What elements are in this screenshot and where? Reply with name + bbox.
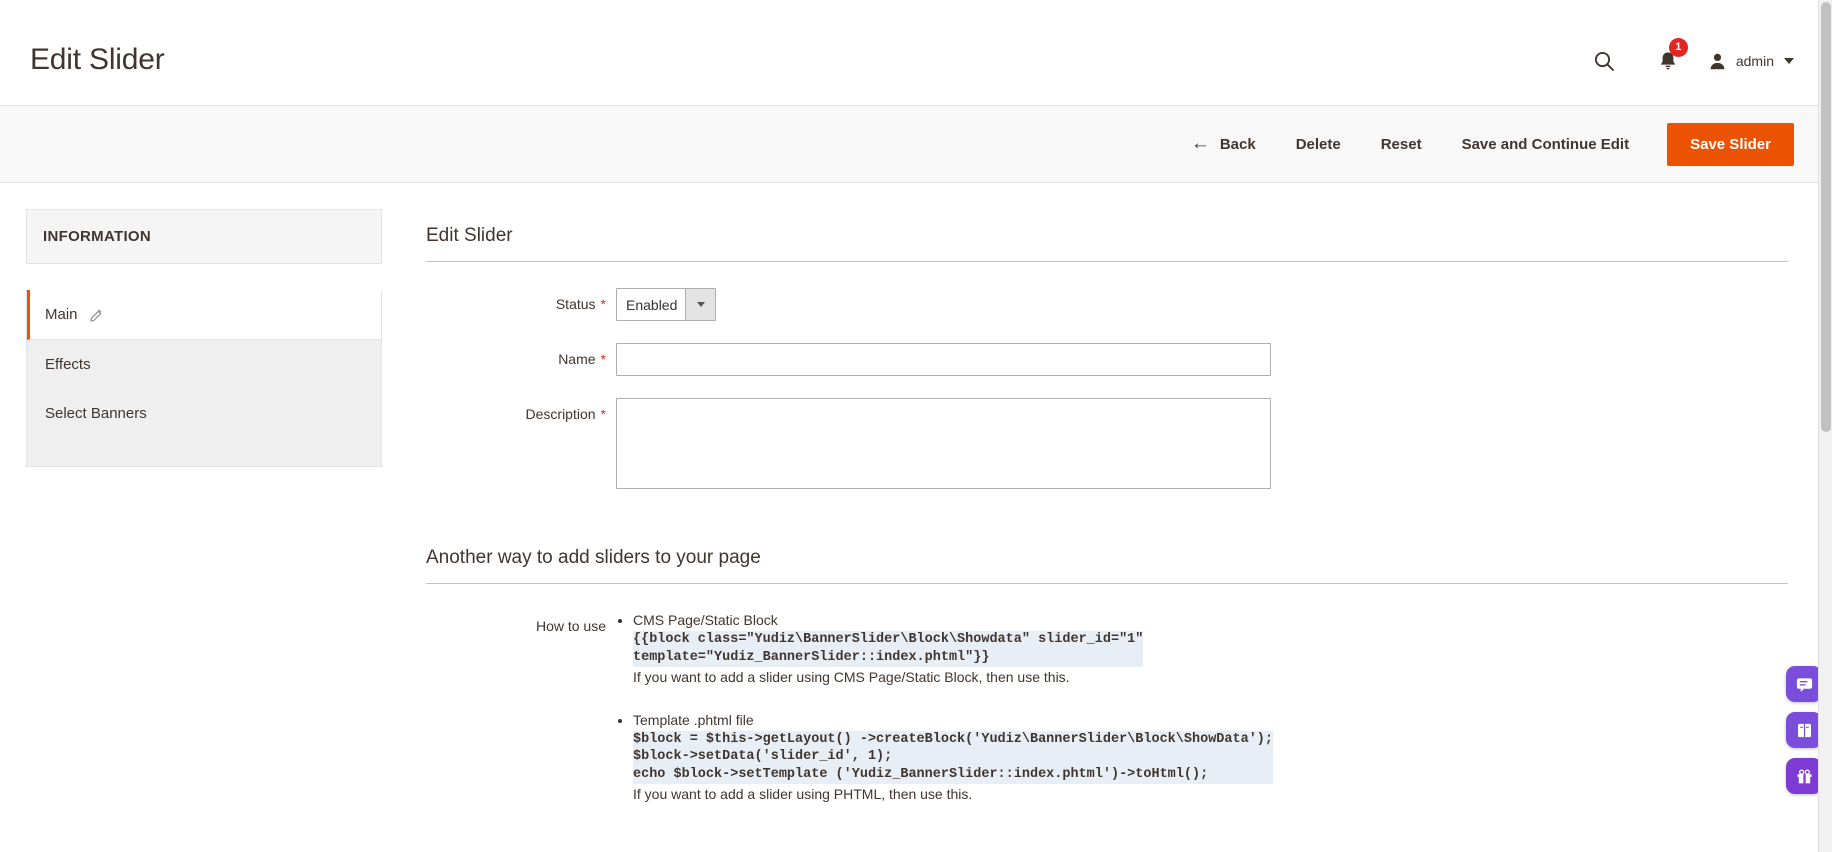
name-label-text: Name bbox=[558, 351, 596, 367]
field-row-status: Status * Enabled bbox=[426, 288, 1788, 321]
status-label: Status * bbox=[426, 288, 616, 312]
page-title: Edit Slider bbox=[30, 43, 165, 76]
back-button-label: Back bbox=[1219, 135, 1256, 153]
status-select-value: Enabled bbox=[626, 296, 678, 313]
description-textarea[interactable] bbox=[616, 398, 1271, 489]
status-select[interactable]: Enabled bbox=[616, 288, 716, 321]
notifications-button[interactable]: 1 bbox=[1642, 38, 1694, 78]
user-avatar-icon bbox=[1710, 53, 1725, 69]
description-control bbox=[616, 398, 1788, 489]
required-marker: * bbox=[600, 296, 606, 312]
reset-button-label: Reset bbox=[1380, 135, 1422, 153]
sidebar-item-label: Select Banners bbox=[45, 405, 147, 422]
back-button[interactable]: ← Back bbox=[1171, 127, 1276, 162]
howto-label: How to use bbox=[535, 618, 606, 634]
description-label: Description * bbox=[426, 398, 616, 422]
howto-item-note: If you want to add a slider using CMS Pa… bbox=[633, 668, 1070, 685]
gift-icon[interactable] bbox=[1786, 758, 1822, 794]
admin-name: admin bbox=[1735, 53, 1774, 69]
main-content: Edit Slider Status * Enabled Name * Desc… bbox=[382, 209, 1788, 849]
reset-button[interactable]: Reset bbox=[1361, 128, 1442, 161]
howto-section-title: Another way to add sliders to your page bbox=[426, 547, 761, 568]
search-icon[interactable] bbox=[1582, 44, 1626, 78]
sidebar-heading: INFORMATION bbox=[26, 209, 382, 264]
howto-item-note: If you want to add a slider using PHTML,… bbox=[633, 786, 973, 803]
name-control bbox=[616, 343, 1788, 376]
sidebar-item-main[interactable]: Main bbox=[27, 290, 381, 340]
howto-code-snippet[interactable]: {{block class="Yudiz\BannerSlider\Block\… bbox=[633, 631, 1144, 667]
required-marker: * bbox=[600, 406, 606, 422]
howto-section: Another way to add sliders to your page … bbox=[426, 547, 1788, 827]
delete-button-label: Delete bbox=[1295, 135, 1341, 153]
required-marker: * bbox=[600, 351, 606, 367]
arrow-left-icon: ← bbox=[1190, 132, 1210, 154]
section-divider bbox=[426, 261, 1788, 262]
page-actions-toolbar: ← Back Delete Reset Save and Continue Ed… bbox=[0, 105, 1818, 183]
sidebar-item-effects[interactable]: Effects bbox=[27, 340, 381, 389]
sidebar: INFORMATION Main Effects Select Banners bbox=[26, 209, 382, 849]
sidebar-item-select-banners[interactable]: Select Banners bbox=[27, 389, 381, 438]
save-and-continue-edit-label: Save and Continue Edit bbox=[1461, 135, 1630, 153]
chevron-down-icon bbox=[1784, 58, 1794, 64]
admin-menu[interactable]: admin bbox=[1708, 52, 1800, 71]
howto-item-phtml: Template .phtml file $block = $this->get… bbox=[633, 710, 1274, 805]
page-scrollbar[interactable] bbox=[1818, 0, 1832, 852]
page-body: INFORMATION Main Effects Select Banners … bbox=[0, 183, 1818, 849]
save-and-continue-edit-button[interactable]: Save and Continue Edit bbox=[1442, 128, 1650, 161]
name-input[interactable] bbox=[616, 343, 1271, 376]
howto-divider bbox=[426, 583, 1788, 584]
scrollbar-thumb[interactable] bbox=[1821, 2, 1831, 432]
howto-control: CMS Page/Static Block {{block class="Yud… bbox=[616, 610, 1788, 827]
page-header: Edit Slider 1 admin bbox=[0, 0, 1818, 105]
chat-bubble-icon[interactable] bbox=[1786, 666, 1822, 702]
description-label-text: Description bbox=[525, 406, 596, 422]
section-title: Edit Slider bbox=[426, 225, 513, 246]
howto-code-snippet[interactable]: $block = $this->getLayout() ->createBloc… bbox=[633, 730, 1274, 785]
floating-widget-stack bbox=[1786, 666, 1822, 794]
book-icon[interactable] bbox=[1786, 712, 1822, 748]
field-row-howto: How to use CMS Page/Static Block {{block… bbox=[426, 610, 1788, 827]
sidebar-item-label: Effects bbox=[45, 356, 91, 373]
howto-list: CMS Page/Static Block {{block class="Yud… bbox=[616, 610, 1274, 827]
field-row-name: Name * bbox=[426, 343, 1788, 376]
sidebar-item-label: Main bbox=[45, 306, 78, 323]
notifications-badge: 1 bbox=[1668, 38, 1688, 57]
pencil-icon bbox=[89, 308, 104, 322]
header-tools: 1 admin bbox=[1582, 38, 1800, 78]
delete-button[interactable]: Delete bbox=[1276, 128, 1361, 161]
sidebar-item-list: Main Effects Select Banners bbox=[26, 290, 382, 467]
howto-item-lead: Template .phtml file bbox=[633, 711, 754, 728]
name-label: Name * bbox=[426, 343, 616, 367]
howto-item-lead: CMS Page/Static Block bbox=[633, 612, 778, 628]
status-label-text: Status bbox=[555, 296, 596, 312]
chevron-down-icon[interactable] bbox=[685, 289, 715, 320]
field-row-description: Description * bbox=[426, 398, 1788, 489]
save-slider-button[interactable]: Save Slider bbox=[1667, 122, 1794, 166]
status-control: Enabled bbox=[616, 288, 1788, 321]
howto-item-cms: CMS Page/Static Block {{block class="Yud… bbox=[633, 610, 1273, 688]
